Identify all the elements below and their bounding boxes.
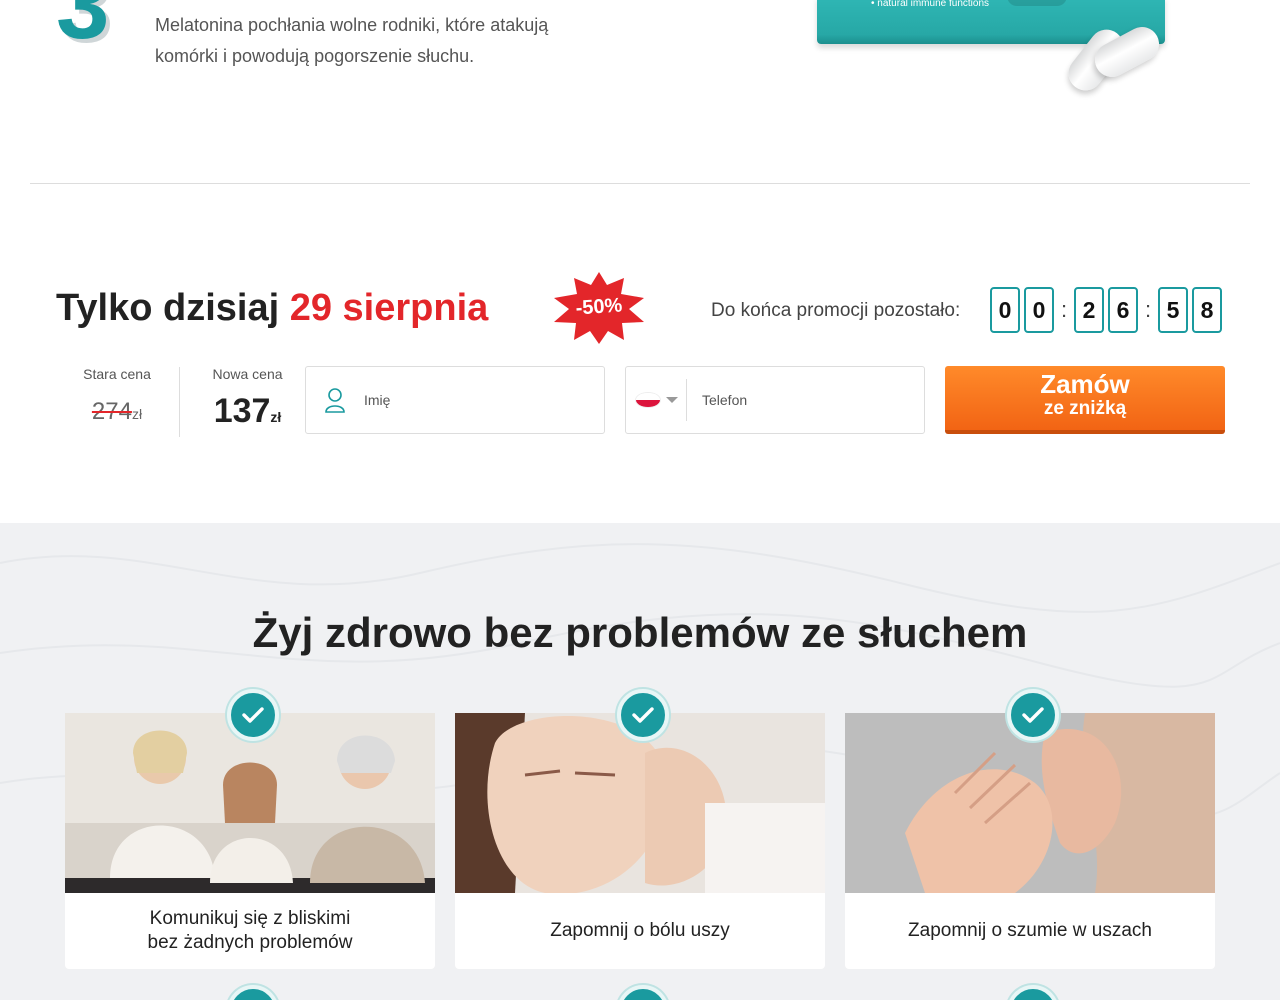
- old-price-value: 274: [91, 398, 132, 425]
- countdown-separator: :: [1060, 297, 1068, 322]
- discount-badge: -50%: [552, 272, 646, 344]
- phone-placeholder: Telefon: [702, 392, 748, 408]
- product-box-text: • natural immune functions: [871, 0, 990, 9]
- benefit-card: Zapomnij o bólu uszy: [455, 689, 825, 969]
- old-price: 274zł: [92, 398, 142, 426]
- caption-line: Zapomnij o bólu uszy: [550, 920, 730, 941]
- benefit-card: Komunikuj się z bliskimi bez żadnych pro…: [65, 689, 435, 969]
- benefit-section: 3 Melatonina pochłania wolne rodniki, kt…: [0, 0, 1280, 184]
- countdown-separator: :: [1144, 297, 1152, 322]
- order-button-label: Zamów: [1040, 369, 1130, 399]
- new-price-block: Nowa cena 137zł: [200, 366, 295, 431]
- offer-title-prefix: Tylko dzisiaj: [56, 287, 280, 329]
- offer-date: 29 sierpnia: [289, 287, 489, 329]
- countdown-digit: 8: [1192, 287, 1222, 333]
- offer-section: Tylko dzisiaj 29 sierpnia -50% Do końca …: [0, 184, 1280, 523]
- old-price-currency: zł: [131, 406, 143, 422]
- name-field[interactable]: Imię: [305, 366, 605, 434]
- benefit-text: Melatonina pochłania wolne rodniki, któr…: [155, 15, 549, 66]
- new-price: 137zł: [200, 392, 295, 431]
- user-icon: [325, 388, 345, 413]
- countdown-digit: 6: [1108, 287, 1138, 333]
- benefits-section: Żyj zdrowo bez problemów ze słuchem Komu…: [0, 523, 1280, 1000]
- phone-field[interactable]: Telefon: [625, 366, 925, 434]
- new-price-value: 137: [213, 392, 271, 430]
- old-price-label: Stara cena: [83, 366, 151, 382]
- offer-title: Tylko dzisiaj 29 sierpnia: [56, 287, 488, 330]
- countdown-digit: 0: [990, 287, 1020, 333]
- old-price-block: Stara cena 274zł: [64, 366, 170, 426]
- countdown-digit: 2: [1074, 287, 1104, 333]
- chevron-down-icon[interactable]: [666, 397, 678, 403]
- order-button[interactable]: Zamów ze zniżką: [945, 366, 1225, 434]
- new-price-currency: zł: [270, 409, 282, 425]
- countdown-digit: 5: [1158, 287, 1188, 333]
- new-price-label: Nowa cena: [212, 366, 283, 382]
- caption-line: Komunikuj się z bliskimi: [149, 908, 351, 929]
- order-button-sublabel: ze zniżką: [1043, 398, 1127, 419]
- countdown-label: Do końca promocji pozostało:: [711, 300, 961, 321]
- caption-line: Zapomnij o szumie w uszach: [908, 920, 1152, 941]
- price-divider: [179, 367, 180, 437]
- benefit-card-caption: Komunikuj się z bliskimi bez żadnych pro…: [65, 893, 435, 969]
- checkmark-icon: [1007, 689, 1059, 741]
- countdown-timer: 0 0 : 2 6 : 5 8: [990, 287, 1226, 333]
- benefit-card-caption: Zapomnij o bólu uszy: [455, 893, 825, 969]
- checkmark-icon: [227, 689, 279, 741]
- caption-line: bez żadnych problemów: [147, 932, 353, 953]
- benefit-card: Zapomnij o szumie w uszach: [845, 689, 1215, 969]
- name-placeholder: Imię: [364, 392, 391, 408]
- poland-flag-icon[interactable]: [636, 393, 660, 407]
- benefits-title: Żyj zdrowo bez problemów ze słuchem: [252, 609, 1028, 656]
- benefit-card-caption: Zapomnij o szumie w uszach: [845, 893, 1215, 969]
- checkmark-icon: [617, 689, 669, 741]
- countdown-digit: 0: [1024, 287, 1054, 333]
- benefit-number: 3: [56, 0, 110, 59]
